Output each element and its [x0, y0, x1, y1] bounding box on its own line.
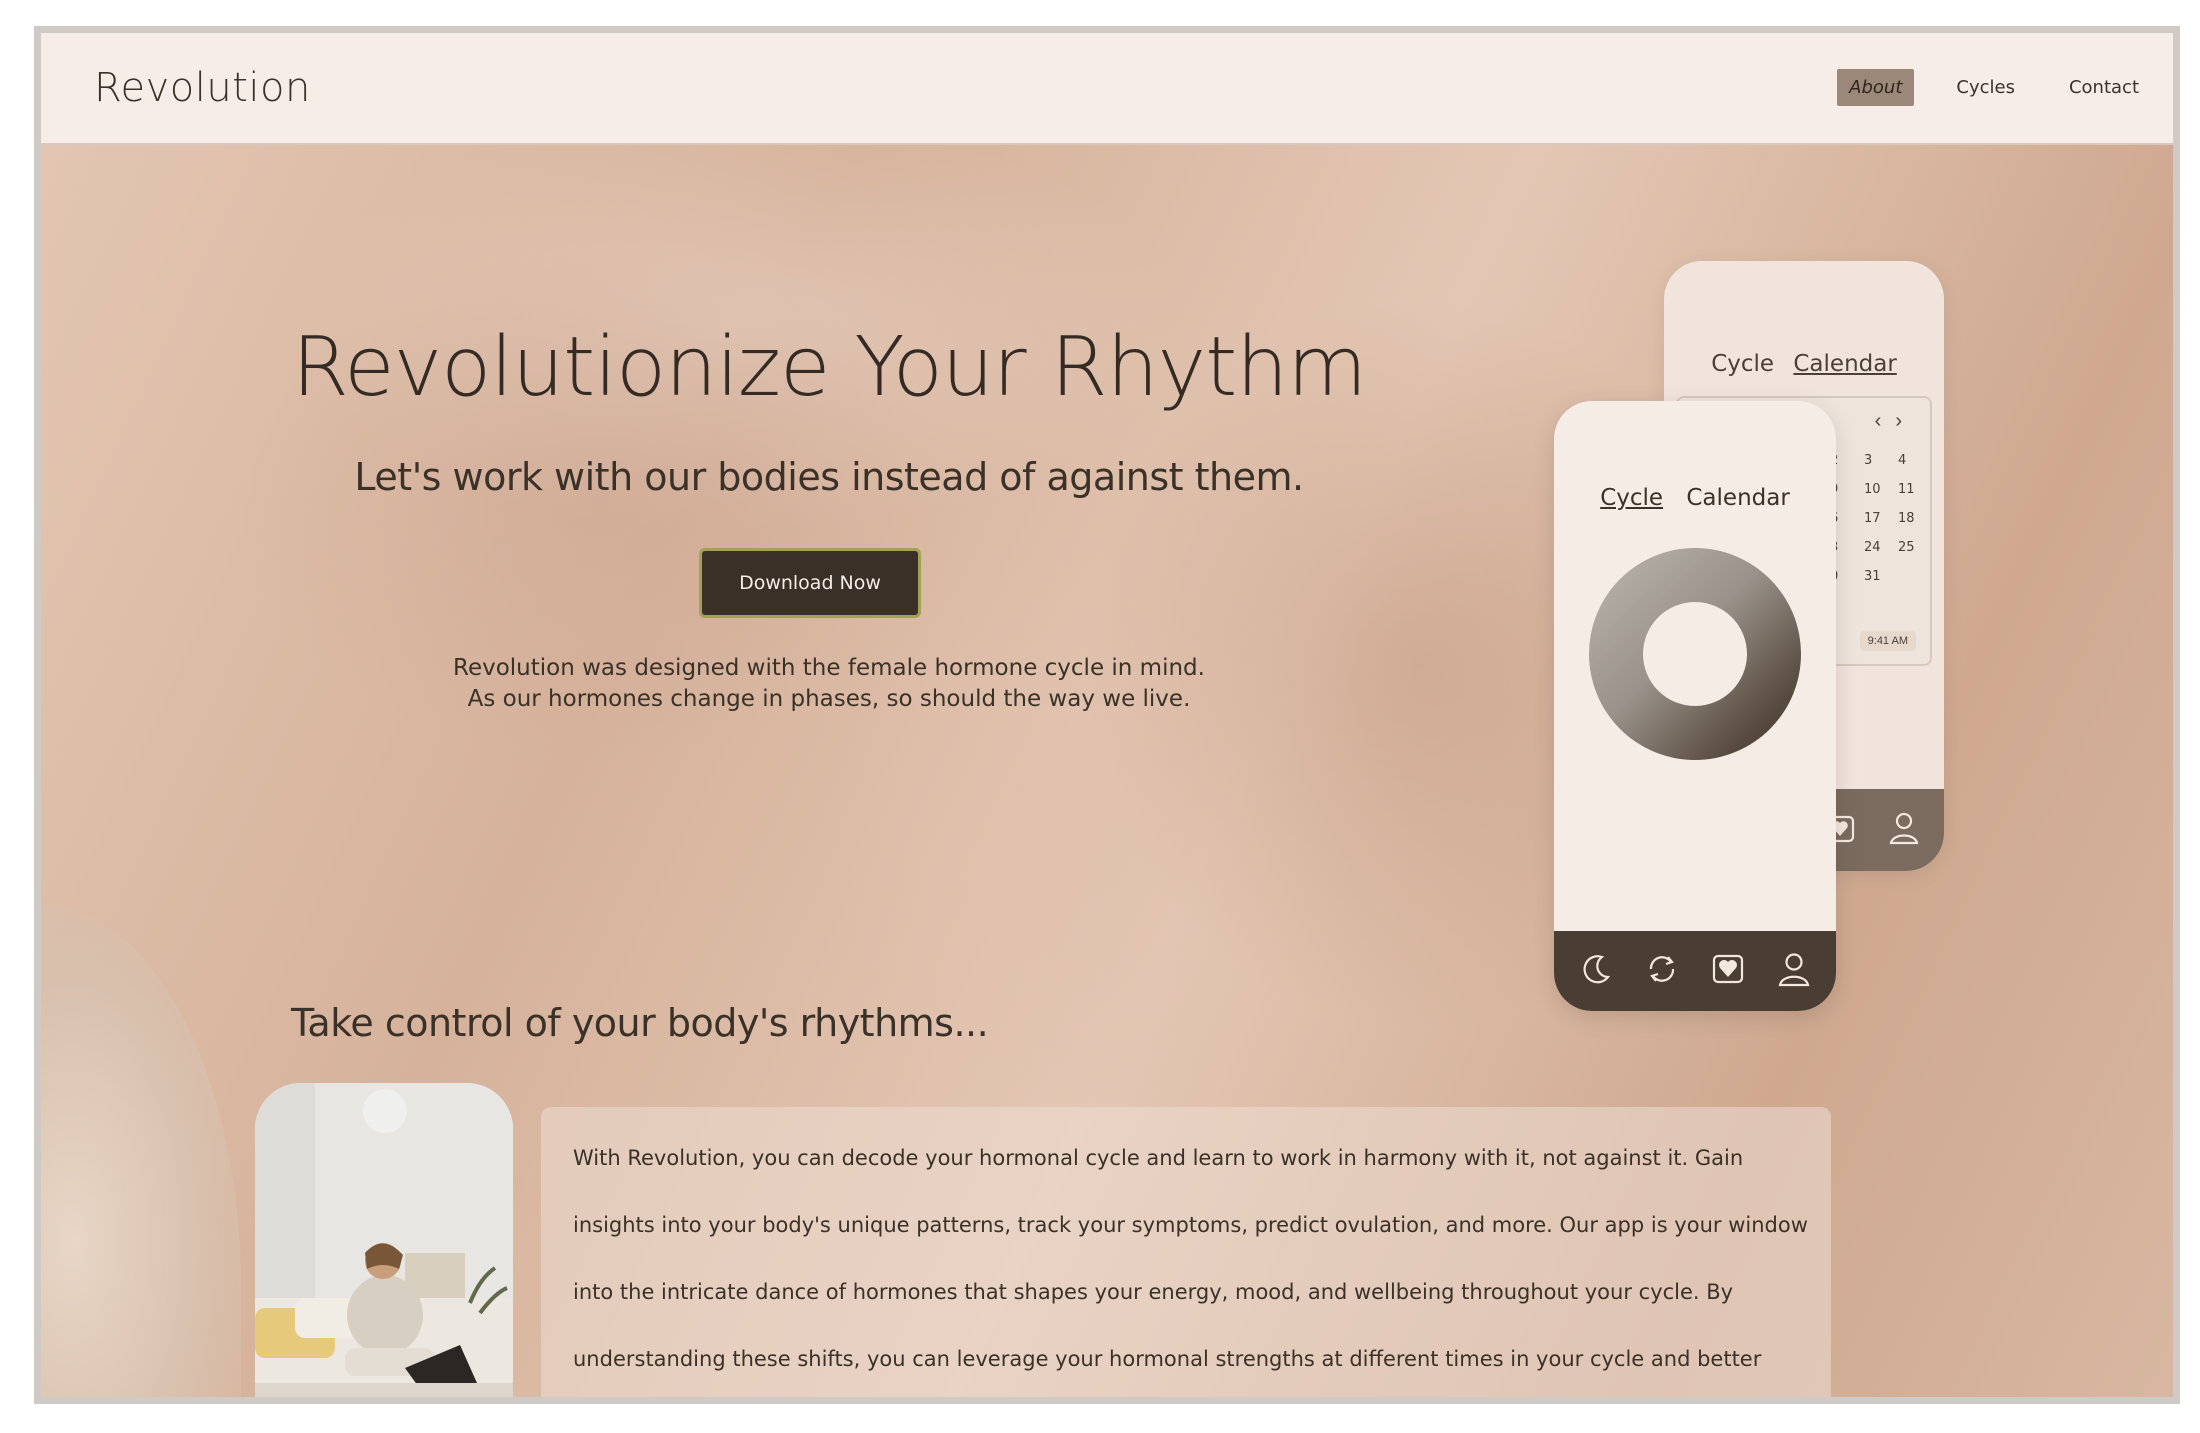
nav-contact[interactable]: Contact [2057, 69, 2151, 106]
nav-about[interactable]: About [1837, 69, 1915, 106]
heart-icon[interactable] [1708, 949, 1748, 989]
calendar-day: 17 [1864, 511, 1881, 526]
cycle-ring-graphic [1589, 548, 1801, 760]
calendar-day: 3 [1864, 453, 1873, 468]
nav-cycles[interactable]: Cycles [1944, 69, 2027, 106]
hero-description-line-2: As our hormones change in phases, so sho… [467, 686, 1191, 712]
hero-description: Revolution was designed with the female … [41, 653, 1617, 715]
phone-front-tabs: Cycle Calendar [1554, 485, 1836, 511]
download-now-button[interactable]: Download Now [699, 548, 921, 618]
user-icon[interactable] [1774, 949, 1814, 989]
user-icon [1889, 812, 1919, 845]
site-header: Revolution About Cycles Contact [41, 33, 2173, 145]
calendar-day: 11 [1898, 482, 1915, 497]
section-title: Take control of your body's rhythms... [291, 1001, 989, 1045]
chevron-right-icon: › [1895, 410, 1916, 432]
calendar-day: 24 [1864, 540, 1881, 555]
hero-description-line-1: Revolution was designed with the female … [453, 655, 1205, 681]
phone-back-tabs: Cycle Calendar [1664, 351, 1944, 377]
main-nav: About Cycles Contact [1837, 69, 2151, 106]
phone-mockup-cycle: Cycle Calendar [1554, 401, 1836, 1011]
calendar-day [1898, 569, 1932, 584]
phone-back-tab-cycle: Cycle [1711, 351, 1775, 377]
fabric-decoration [41, 905, 241, 1397]
phone-back-tab-calendar: Calendar [1793, 351, 1897, 377]
phone-front-tab-calendar: Calendar [1686, 485, 1790, 511]
calendar-nav: ‹› [1875, 410, 1916, 433]
section-body-text: With Revolution, you can decode your hor… [573, 1146, 1808, 1371]
cycle-arrows-icon[interactable] [1642, 949, 1682, 989]
cycle-ring [1588, 547, 1802, 761]
calendar-day: 4 [1898, 453, 1907, 468]
calendar-day: 10 [1864, 482, 1881, 497]
calendar-day: 18 [1898, 511, 1915, 526]
calendar-day: 31 [1864, 569, 1881, 584]
calendar-grid: 2 3 4 9 10 11 6 17 18 3 24 25 0 31 [1830, 453, 1930, 584]
browser-frame: Revolution About Cycles Contact Revoluti… [34, 26, 2180, 1404]
calendar-day: 25 [1898, 540, 1915, 555]
moon-icon[interactable] [1576, 949, 1616, 989]
lifestyle-photo [255, 1083, 513, 1397]
hero-title: Revolutionize Your Rhythm [291, 320, 1367, 415]
calendar-time: 9:41 AM [1859, 631, 1916, 651]
phone-front-tabbar [1554, 931, 1836, 1011]
phone-front-tab-cycle: Cycle [1600, 485, 1664, 511]
chevron-left-icon: ‹ [1874, 410, 1896, 432]
hero-subtitle: Let's work with our bodies instead of ag… [354, 455, 1304, 499]
brand-logo[interactable]: Revolution [94, 65, 311, 111]
woman-with-laptop-illustration [255, 1083, 513, 1397]
